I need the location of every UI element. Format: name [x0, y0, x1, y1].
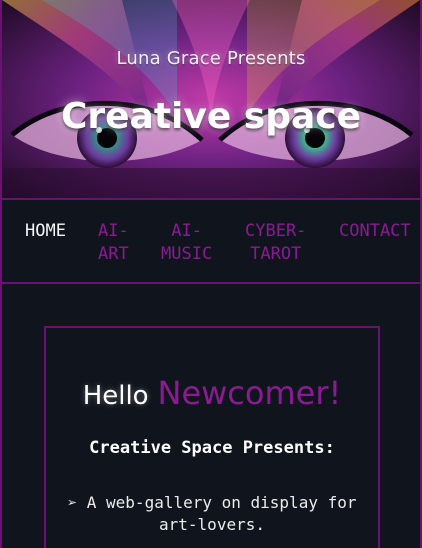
- nav-item-cyber-tarot[interactable]: CYBER- TAROT: [245, 220, 306, 266]
- page: Luna Grace Presents Creative space HOME …: [0, 0, 422, 548]
- main-nav: HOME AI- ART AI- MUSIC CYBER- TAROT CONT…: [2, 198, 420, 284]
- nav-item-home[interactable]: HOME: [25, 220, 66, 243]
- greeting-heading: Hello Newcomer!: [46, 374, 378, 412]
- hero-subtitle: Luna Grace Presents: [116, 48, 306, 69]
- nav-item-ai-music[interactable]: AI- MUSIC: [161, 220, 212, 266]
- nav-item-ai-art[interactable]: AI- ART: [98, 220, 129, 266]
- greeting-hello: Hello: [82, 381, 149, 411]
- greeting-newcomer: Newcomer!: [157, 374, 342, 412]
- feature-bullet: ➢ A web-gallery on display for art-lover…: [67, 493, 357, 534]
- welcome-card: Hello Newcomer! Creative Space Presents:…: [44, 326, 380, 548]
- nav-item-contact[interactable]: CONTACT: [339, 220, 411, 243]
- presents-heading: Creative Space Presents:: [89, 438, 335, 458]
- hero-banner: Luna Grace Presents Creative space: [2, 0, 420, 198]
- hero-title: Creative space: [60, 96, 362, 137]
